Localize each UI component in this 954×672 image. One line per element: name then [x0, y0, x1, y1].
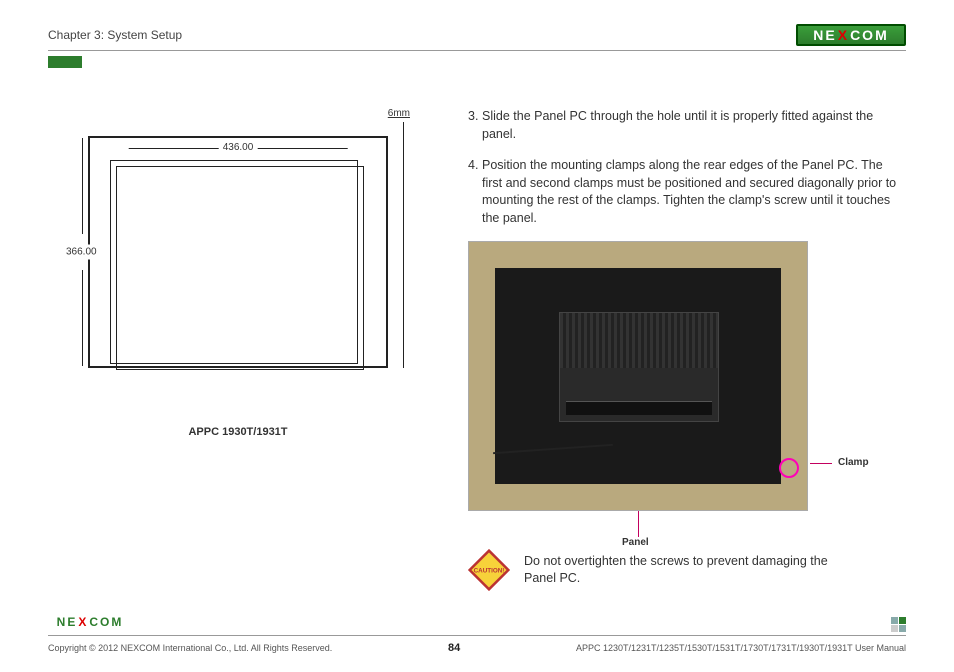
dim-h-line-top: [82, 138, 83, 234]
document-title: APPC 1230T/1231T/1235T/1530T/1531T/1730T…: [576, 643, 906, 653]
step-number: 3.: [468, 108, 482, 143]
brand-text-x: X: [838, 27, 849, 43]
io-ports: [566, 401, 712, 415]
dimensional-diagram: 6mm 436.00 366.00: [58, 108, 418, 408]
step-text: Position the mounting clamps along the r…: [482, 157, 906, 227]
clamp-highlight-circle: [779, 458, 799, 478]
caution-text: Do not overtighten the screws to prevent…: [524, 553, 844, 587]
diagram-inner-rect-2: [116, 166, 364, 370]
installation-photo: [468, 241, 808, 511]
brand-logo: NEXCOM: [796, 24, 906, 46]
step-text: Slide the Panel PC through the hole unti…: [482, 108, 906, 143]
step-number: 4.: [468, 157, 482, 227]
right-column: 3. Slide the Panel PC through the hole u…: [468, 108, 906, 628]
chapter-title: Chapter 3: System Setup: [48, 28, 182, 42]
photo-area: Clamp Panel: [468, 241, 906, 511]
copyright-text: Copyright © 2012 NEXCOM International Co…: [48, 643, 332, 653]
dimension-thickness: 6mm: [388, 108, 410, 119]
diagram-outer-rect: 436.00 366.00: [88, 136, 388, 368]
instruction-step-4: 4. Position the mounting clamps along th…: [468, 157, 906, 227]
pcb-cluster: [559, 312, 719, 422]
page-number: 84: [448, 642, 460, 654]
label-panel: Panel: [622, 537, 649, 548]
left-column: 6mm 436.00 366.00 APPC 1930T/1931T: [48, 108, 428, 628]
callout-line-clamp: [810, 463, 832, 464]
dimension-height: 366.00: [66, 245, 97, 260]
footer-logo: NEXCOM: [48, 613, 132, 630]
dimension-width: 436.00: [219, 142, 258, 153]
thickness-line: [403, 122, 404, 368]
dim-h-line-bot: [82, 270, 83, 366]
brand-text-right: COM: [850, 27, 889, 43]
cable: [493, 444, 613, 454]
caution-icon: CAUTION!: [468, 549, 510, 591]
callout-line-panel: [638, 511, 639, 537]
instruction-step-3: 3. Slide the Panel PC through the hole u…: [468, 108, 906, 143]
header-accent-tab: [48, 56, 82, 68]
page-footer: Copyright © 2012 NEXCOM International Co…: [48, 642, 906, 654]
brand-text-left: NE: [813, 27, 836, 43]
heatsink: [560, 313, 718, 368]
label-clamp: Clamp: [838, 457, 869, 468]
footer-rule: [48, 635, 906, 636]
brand-text-left: NE: [57, 615, 78, 629]
footer-ornament: [891, 617, 906, 632]
brand-text-x: X: [78, 615, 88, 629]
page-header: Chapter 3: System Setup NEXCOM: [48, 24, 906, 51]
caution-icon-text: CAUTION!: [474, 568, 505, 575]
diagram-caption: APPC 1930T/1931T: [188, 426, 287, 438]
brand-text-right: COM: [89, 615, 123, 629]
caution-block: CAUTION! Do not overtighten the screws t…: [468, 549, 906, 591]
